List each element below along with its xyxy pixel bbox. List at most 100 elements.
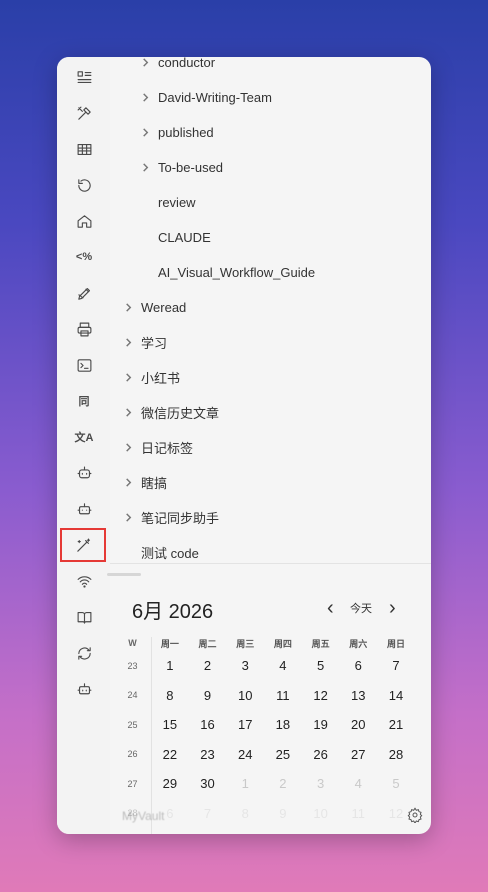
calendar-day[interactable]: 16 bbox=[189, 717, 227, 732]
week-number[interactable]: 23 bbox=[114, 661, 151, 671]
calendar-day[interactable]: 20 bbox=[339, 717, 377, 732]
terminal-icon[interactable] bbox=[71, 352, 97, 378]
calendar-day[interactable]: 18 bbox=[264, 717, 302, 732]
week-row: 23 1 2 3 4 5 6 7 bbox=[114, 651, 431, 681]
chevron-right-icon bbox=[140, 92, 150, 102]
vault-name[interactable]: MyVault bbox=[122, 809, 164, 823]
tree-item[interactable]: 小红书 bbox=[123, 365, 180, 389]
calendar-day[interactable]: 8 bbox=[226, 806, 264, 821]
magic-wand-icon[interactable] bbox=[60, 528, 106, 562]
prev-month-icon[interactable]: ‹ bbox=[327, 597, 334, 620]
tree-item[interactable]: AI_Visual_Workflow_Guide bbox=[140, 260, 315, 284]
tools-icon[interactable] bbox=[71, 100, 97, 126]
calendar-day[interactable]: 25 bbox=[264, 747, 302, 762]
tree-item[interactable]: published bbox=[140, 120, 214, 144]
table-icon[interactable] bbox=[71, 136, 97, 162]
calendar-day[interactable]: 9 bbox=[264, 806, 302, 821]
tree-item[interactable]: 学习 bbox=[123, 330, 167, 354]
tree-item-label: conductor bbox=[158, 57, 216, 70]
calendar-day[interactable]: 22 bbox=[151, 747, 189, 762]
week-number[interactable]: 25 bbox=[114, 720, 151, 730]
calendar-day[interactable]: 3 bbox=[302, 776, 340, 791]
calendar-day[interactable]: 5 bbox=[377, 776, 415, 791]
book-icon[interactable] bbox=[71, 604, 97, 630]
weekday-label: 周四 bbox=[273, 638, 292, 649]
calendar-day[interactable]: 28 bbox=[377, 747, 415, 762]
calendar-day[interactable]: 3 bbox=[226, 658, 264, 673]
calendar-day[interactable]: 30 bbox=[189, 776, 227, 791]
calendar-day[interactable]: 1 bbox=[226, 776, 264, 791]
bot-2-icon[interactable] bbox=[71, 676, 97, 702]
tree-item[interactable]: CLAUDE bbox=[140, 225, 211, 249]
calendar-day[interactable]: 2 bbox=[189, 658, 227, 673]
calendar-day[interactable]: 29 bbox=[151, 776, 189, 791]
calendar-day[interactable]: 10 bbox=[226, 688, 264, 703]
sync-icon[interactable] bbox=[71, 640, 97, 666]
bot-icon[interactable] bbox=[71, 460, 97, 486]
tree-item[interactable]: review bbox=[140, 190, 196, 214]
calendar-day[interactable]: 15 bbox=[151, 717, 189, 732]
calendar-day[interactable]: 5 bbox=[302, 658, 340, 673]
left-ribbon: <% 同文A bbox=[57, 57, 110, 834]
calendar-grid: W 周一 周二 周三 周四 周五 周六 周日 23 1 2 3 4 5 6 7 24 8 9 10 11 12 13 14 25… bbox=[114, 635, 431, 828]
calendar-day[interactable]: 8 bbox=[151, 688, 189, 703]
panel-divider bbox=[110, 563, 431, 564]
tree-item-label: 测试 code bbox=[141, 545, 199, 561]
calendar-day[interactable]: 19 bbox=[302, 717, 340, 732]
calendar-day[interactable]: 24 bbox=[226, 747, 264, 762]
pen-icon[interactable] bbox=[71, 280, 97, 306]
tree-item[interactable]: 微信历史文章 bbox=[123, 400, 219, 424]
weekday-label: 周日 bbox=[386, 638, 405, 649]
percent-code-icon[interactable]: <% bbox=[71, 244, 97, 270]
tree-item[interactable]: To-be-used bbox=[140, 155, 223, 179]
calendar-day[interactable]: 6 bbox=[339, 658, 377, 673]
week-number[interactable]: 24 bbox=[114, 690, 151, 700]
history-icon[interactable] bbox=[71, 172, 97, 198]
tree-item[interactable]: Weread bbox=[123, 295, 186, 319]
today-button[interactable]: 今天 bbox=[350, 600, 372, 616]
wifi-icon[interactable] bbox=[71, 568, 97, 594]
list-icon[interactable] bbox=[71, 64, 97, 90]
tree-item[interactable]: 瞎搞 bbox=[123, 470, 167, 494]
tree-item[interactable]: conductor bbox=[140, 57, 215, 74]
tree-item[interactable]: 笔记同步助手 bbox=[123, 505, 219, 529]
calendar-day[interactable]: 17 bbox=[226, 717, 264, 732]
tree-item[interactable]: 测试 code bbox=[123, 540, 199, 563]
calendar-day[interactable]: 11 bbox=[339, 806, 377, 821]
calendar-day[interactable]: 7 bbox=[377, 658, 415, 673]
gear-icon[interactable] bbox=[407, 807, 423, 824]
calendar-day[interactable]: 21 bbox=[377, 717, 415, 732]
next-month-icon[interactable]: › bbox=[389, 597, 396, 620]
tong-icon[interactable]: 同 bbox=[71, 388, 97, 414]
printer-icon[interactable] bbox=[71, 316, 97, 342]
calendar-day[interactable]: 7 bbox=[189, 806, 227, 821]
resize-handle[interactable] bbox=[107, 573, 141, 576]
chevron-right-icon bbox=[123, 512, 133, 522]
calendar-day[interactable]: 14 bbox=[377, 688, 415, 703]
calendar-day[interactable]: 4 bbox=[339, 776, 377, 791]
calendar-day[interactable]: 4 bbox=[264, 658, 302, 673]
tree-item[interactable]: 日记标签 bbox=[123, 435, 193, 459]
calendar-day[interactable]: 2 bbox=[264, 776, 302, 791]
chevron-right-icon bbox=[123, 337, 133, 347]
calendar-day[interactable]: 13 bbox=[339, 688, 377, 703]
week-number[interactable]: 26 bbox=[114, 749, 151, 759]
calendar-day[interactable]: 9 bbox=[189, 688, 227, 703]
chevron-right-icon bbox=[140, 127, 150, 137]
calendar-day[interactable]: 23 bbox=[189, 747, 227, 762]
calendar-day[interactable]: 27 bbox=[339, 747, 377, 762]
calendar-day[interactable]: 26 bbox=[302, 747, 340, 762]
tree-item[interactable]: David-Writing-Team bbox=[140, 85, 272, 109]
chevron-right-icon bbox=[140, 162, 150, 172]
tree-item-label: 日记标签 bbox=[141, 440, 194, 456]
calendar-day[interactable]: 10 bbox=[302, 806, 340, 821]
calendar-day[interactable]: 11 bbox=[264, 688, 302, 703]
home-icon[interactable] bbox=[71, 208, 97, 234]
translate-icon[interactable]: 文A bbox=[71, 424, 97, 450]
calendar-day[interactable]: 1 bbox=[151, 658, 189, 673]
bot-alt-icon[interactable] bbox=[71, 496, 97, 522]
calendar-day[interactable]: 12 bbox=[302, 688, 340, 703]
week-number[interactable]: 27 bbox=[114, 779, 151, 789]
tree-item-label: 笔记同步助手 bbox=[141, 510, 220, 526]
tree-item-label: AI_Visual_Workflow_Guide bbox=[158, 264, 316, 280]
